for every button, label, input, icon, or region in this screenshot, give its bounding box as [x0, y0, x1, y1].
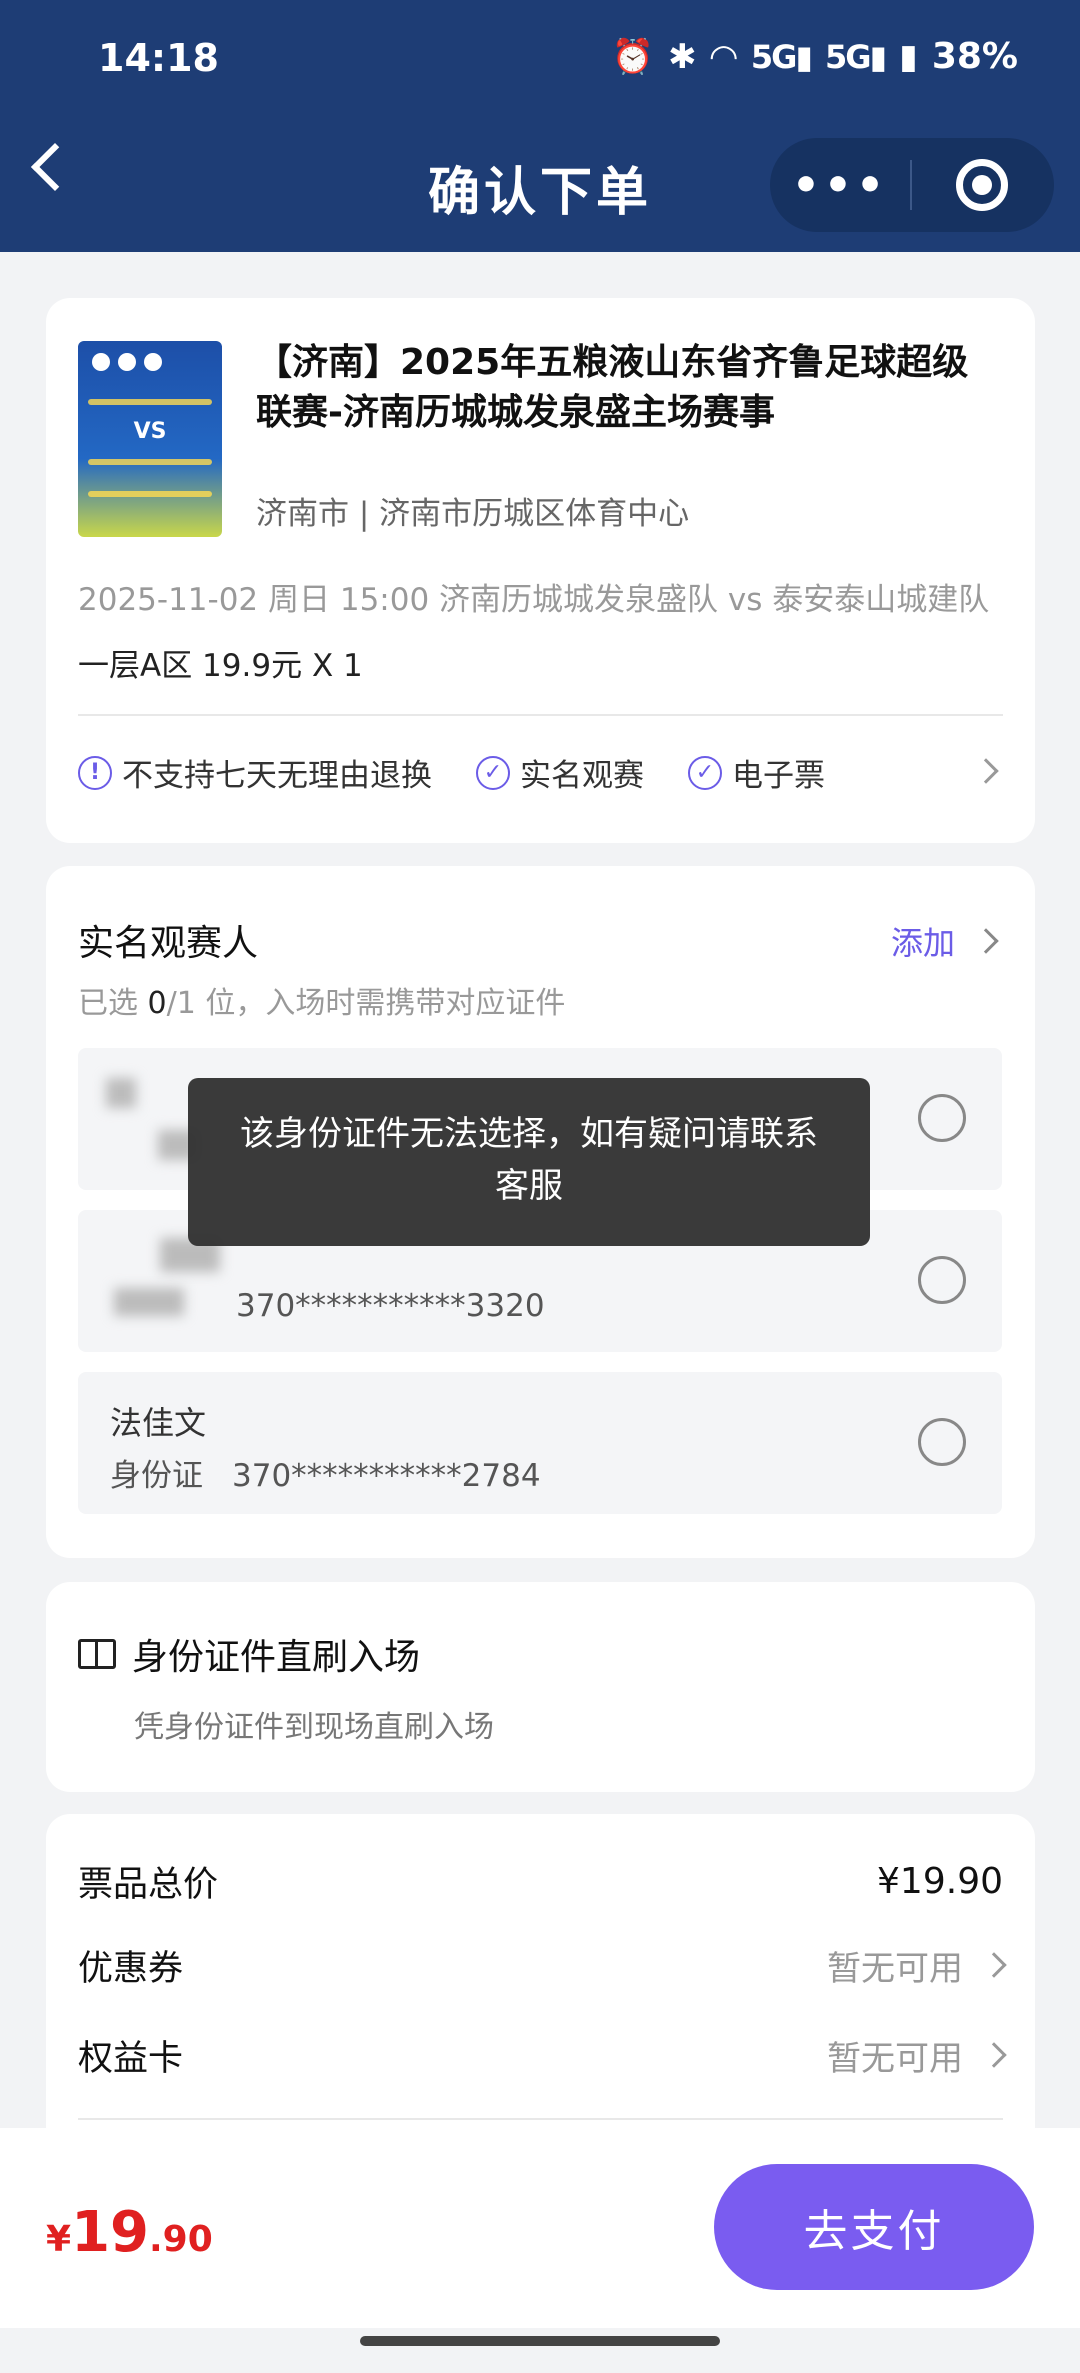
- attendee-id: 370***********3320: [114, 1288, 545, 1324]
- check-circle-icon: ✓: [476, 755, 510, 790]
- select-radio[interactable]: [918, 1256, 966, 1304]
- tag-label: 不支持七天无理由退换: [122, 758, 432, 794]
- wifi-icon: ◠: [710, 36, 737, 77]
- attendee-id: 身份证 370***********2784: [110, 1458, 541, 1494]
- bluetooth-icon: ✱: [668, 36, 697, 77]
- divider: [78, 714, 1003, 716]
- alarm-icon: ⏰: [611, 36, 655, 77]
- total-price-row: 票品总价 ¥19.90: [78, 1856, 1003, 1906]
- battery-icon: ▮: [899, 36, 918, 77]
- add-attendee-button[interactable]: 添加: [890, 918, 999, 964]
- add-label: 添加: [890, 924, 955, 962]
- select-radio[interactable]: [918, 1418, 966, 1466]
- divider: [78, 2118, 1003, 2120]
- benefit-card-label: 权益卡: [78, 2038, 184, 2079]
- close-program-button[interactable]: [912, 159, 1052, 211]
- event-card: VS 【济南】2025年五粮液山东省齐鲁足球超级联赛-济南历城城发泉盛主场赛事 …: [46, 298, 1035, 843]
- tag-label: 实名观赛: [520, 758, 644, 794]
- status-icons: ⏰ ✱ ◠ 5G▮ 5G▮ ▮ 38%: [612, 36, 1018, 77]
- attendee-name: 法佳文: [110, 1404, 207, 1442]
- chevron-right-icon: [981, 2042, 1007, 2068]
- chevron-right-icon: [973, 928, 999, 954]
- event-title: 【济南】2025年五粮液山东省齐鲁足球超级联赛-济南历城城发泉盛主场赛事: [256, 342, 969, 433]
- event-poster-image: VS: [78, 341, 222, 537]
- status-time: 14:18: [98, 36, 219, 80]
- chevron-right-icon[interactable]: [973, 758, 999, 784]
- tag-label: 电子票: [732, 758, 825, 794]
- redacted-name: [106, 1078, 136, 1108]
- attendees-subtitle: 已选 0/1 位，入场时需携带对应证件: [78, 986, 566, 1021]
- select-radio[interactable]: [918, 1094, 966, 1142]
- ticket-seat: 一层A区 19.9元 X 1: [78, 648, 363, 684]
- battery-level: 38%: [931, 36, 1018, 77]
- total-value: ¥19.90: [877, 1860, 1003, 1902]
- signal-5g-icon: 5G▮: [750, 37, 813, 76]
- app-header: 14:18 ⏰ ✱ ◠ 5G▮ 5G▮ ▮ 38% 确认下单 •••: [0, 0, 1080, 252]
- toast-message: 该身份证件无法选择，如有疑问请联系客服: [188, 1078, 870, 1246]
- entry-title: 身份证件直刷入场: [132, 1637, 421, 1678]
- tag-e-ticket: ✓ 电子票: [688, 750, 825, 795]
- more-menu-button[interactable]: •••: [770, 160, 910, 211]
- check-circle-icon: ✓: [688, 755, 722, 790]
- event-time: 2025-11-02 周日 15:00 济南历城城发泉盛队 vs 泰安泰山城建队: [78, 582, 990, 618]
- tag-no-return: ! 不支持七天无理由退换: [78, 750, 432, 795]
- benefit-card-row[interactable]: 权益卡 暂无可用: [78, 2030, 1007, 2080]
- event-venue: 济南市 | 济南市历城区体育中心: [256, 496, 690, 532]
- attendees-title: 实名观赛人: [78, 923, 259, 964]
- coupon-row[interactable]: 优惠券 暂无可用: [78, 1940, 1007, 1990]
- signal-5g-icon-2: 5G▮: [824, 37, 887, 76]
- attendee-item[interactable]: 法佳文 身份证 370***********2784: [78, 1372, 1002, 1514]
- checkout-bar: ¥19.90 去支付: [0, 2128, 1080, 2328]
- entry-method-card: 身份证件直刷入场 凭身份证件到现场直刷入场: [46, 1582, 1035, 1792]
- entry-subtitle: 凭身份证件到现场直刷入场: [134, 1710, 494, 1745]
- coupon-value: 暂无可用: [827, 1948, 963, 1989]
- pay-amount: ¥19.90: [46, 2200, 213, 2265]
- id-card-icon: [78, 1639, 116, 1669]
- mini-program-capsule: •••: [770, 138, 1054, 232]
- chevron-right-icon: [981, 1952, 1007, 1978]
- target-icon: [956, 159, 1008, 211]
- coupon-label: 优惠券: [78, 1948, 184, 1989]
- tag-real-name: ✓ 实名观赛: [476, 750, 644, 795]
- benefit-card-value: 暂无可用: [827, 2038, 963, 2079]
- entry-title-row: 身份证件直刷入场: [78, 1628, 420, 1680]
- home-indicator[interactable]: [360, 2336, 720, 2346]
- selected-count: 0: [147, 986, 167, 1021]
- info-icon: !: [78, 755, 112, 790]
- policy-tags[interactable]: ! 不支持七天无理由退换 ✓ 实名观赛 ✓ 电子票: [78, 750, 1015, 795]
- pay-button[interactable]: 去支付: [714, 2164, 1034, 2290]
- total-label: 票品总价: [78, 1864, 219, 1905]
